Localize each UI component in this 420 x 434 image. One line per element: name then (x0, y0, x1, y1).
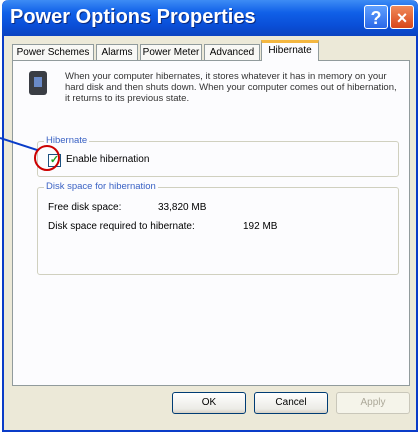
hibernate-description: When your computer hibernates, it stores… (65, 71, 397, 104)
disk-space-groupbox: Disk space for hibernation Free disk spa… (37, 181, 399, 275)
tab-alarms[interactable]: Alarms (96, 44, 138, 60)
tab-advanced[interactable]: Advanced (204, 44, 260, 60)
disk-space-group-label: Disk space for hibernation (44, 181, 158, 192)
hibernate-groupbox: Hibernate ✓ Enable hibernation (37, 135, 399, 177)
apply-button[interactable]: Apply (336, 392, 410, 414)
window-title: Power Options Properties (10, 6, 256, 28)
hibernate-panel: When your computer hibernates, it stores… (12, 60, 410, 386)
help-button[interactable]: ? (364, 5, 388, 29)
free-disk-space-label: Free disk space: (48, 202, 122, 213)
enable-hibernation-label[interactable]: Enable hibernation (66, 154, 149, 165)
hibernate-icon (29, 71, 47, 95)
close-button[interactable]: × (390, 5, 414, 29)
tab-power-schemes[interactable]: Power Schemes (12, 44, 94, 60)
tab-hibernate[interactable]: Hibernate (261, 40, 319, 61)
hibernate-group-label: Hibernate (44, 135, 90, 146)
power-options-window: Power Options Properties ? × Power Schem… (2, 0, 418, 432)
required-space-label: Disk space required to hibernate: (48, 221, 195, 232)
required-space-value: 192 MB (243, 221, 278, 232)
free-disk-space-value: 33,820 MB (158, 202, 207, 213)
tab-power-meter[interactable]: Power Meter (140, 44, 202, 60)
annotation-highlight-circle (34, 145, 60, 171)
title-bar[interactable]: Power Options Properties ? × (2, 0, 418, 36)
cancel-button[interactable]: Cancel (254, 392, 328, 414)
ok-button[interactable]: OK (172, 392, 246, 414)
